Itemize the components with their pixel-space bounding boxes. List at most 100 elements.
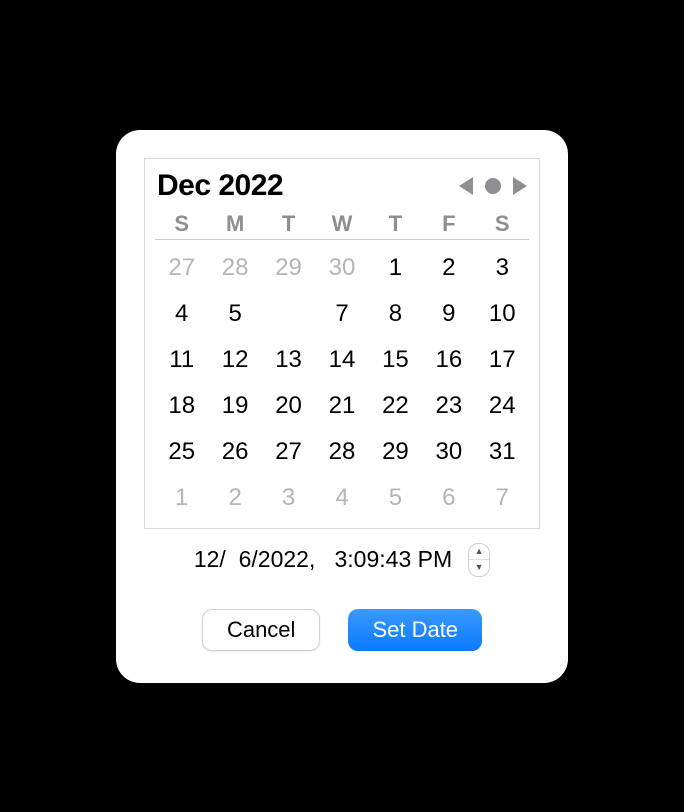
calendar-day-number: 15 [382,346,409,373]
calendar-day[interactable]: 10 [476,292,529,336]
calendar-day[interactable]: 15 [369,338,422,382]
calendar-day-number: 13 [275,346,302,373]
calendar-day[interactable]: 3 [262,476,315,520]
calendar-day[interactable]: 5 [369,476,422,520]
calendar-day-number: 23 [436,392,463,419]
weekday-label: T [369,211,422,237]
calendar-day-number: 30 [329,254,356,281]
calendar-day-number: 28 [329,438,356,465]
calendar-day-number: 3 [282,484,295,511]
calendar-day[interactable]: 29 [262,246,315,290]
calendar-title: Dec 2022 [157,169,283,203]
calendar-day-number: 4 [335,484,348,511]
cancel-button[interactable]: Cancel [202,609,320,651]
prev-month-icon[interactable] [459,177,473,195]
calendar-grid: 2728293012345678910111213141516171819202… [155,246,529,520]
calendar-day[interactable]: 4 [155,292,208,336]
calendar-day-number: 29 [275,254,302,281]
today-icon[interactable] [485,178,501,194]
calendar-day[interactable]: 25 [155,430,208,474]
calendar-day[interactable]: 6 [262,292,315,336]
calendar-day-number: 25 [168,438,195,465]
calendar-day-number: 1 [389,254,402,281]
calendar-day[interactable]: 7 [476,476,529,520]
calendar-day[interactable]: 1 [369,246,422,290]
calendar-day[interactable]: 2 [208,476,261,520]
calendar-day[interactable]: 5 [208,292,261,336]
calendar-day[interactable]: 22 [369,384,422,428]
calendar-day[interactable]: 4 [315,476,368,520]
calendar-day-number: 14 [329,346,356,373]
date-picker-panel: Dec 2022 SMTWTFS 27282930123456789101112… [116,130,568,683]
calendar-day[interactable]: 12 [208,338,261,382]
calendar-day[interactable]: 2 [422,246,475,290]
calendar-day-number: 21 [329,392,356,419]
calendar-day-number: 16 [436,346,463,373]
stepper-down-icon[interactable]: ▼ [469,560,489,576]
calendar-nav [459,177,527,195]
calendar-day-number: 12 [222,346,249,373]
calendar-day[interactable]: 21 [315,384,368,428]
calendar-day[interactable]: 9 [422,292,475,336]
calendar-day[interactable]: 7 [315,292,368,336]
calendar-day[interactable]: 31 [476,430,529,474]
calendar-day[interactable]: 20 [262,384,315,428]
calendar-day-number: 6 [442,484,455,511]
calendar-day-number: 20 [275,392,302,419]
calendar-day[interactable]: 24 [476,384,529,428]
calendar-day[interactable]: 23 [422,384,475,428]
datetime-stepper: ▲ ▼ [468,543,490,577]
weekday-row: SMTWTFS [155,211,529,240]
stepper-up-icon[interactable]: ▲ [469,544,489,561]
calendar-day-number: 3 [496,254,509,281]
calendar-day-number: 10 [489,300,516,327]
calendar-day[interactable]: 17 [476,338,529,382]
calendar-day-number: 17 [489,346,516,373]
datetime-field[interactable]: 12/ 6/2022, 3:09:43 PM [194,546,452,573]
calendar: Dec 2022 SMTWTFS 27282930123456789101112… [144,158,540,529]
calendar-day-number: 29 [382,438,409,465]
calendar-day[interactable]: 14 [315,338,368,382]
calendar-day-number: 28 [222,254,249,281]
calendar-day[interactable]: 28 [315,430,368,474]
calendar-day-number: 7 [496,484,509,511]
next-month-icon[interactable] [513,177,527,195]
calendar-day-number: 31 [489,438,516,465]
weekday-label: W [315,211,368,237]
calendar-day-number: 7 [335,300,348,327]
calendar-day-number: 27 [275,438,302,465]
calendar-day-number: 4 [175,300,188,327]
calendar-day-number: 27 [168,254,195,281]
calendar-day[interactable]: 13 [262,338,315,382]
button-row: Cancel Set Date [144,609,540,651]
calendar-day[interactable]: 1 [155,476,208,520]
calendar-day[interactable]: 18 [155,384,208,428]
calendar-day-number: 19 [222,392,249,419]
calendar-day[interactable]: 8 [369,292,422,336]
calendar-day[interactable]: 3 [476,246,529,290]
weekday-label: S [476,211,529,237]
weekday-label: M [208,211,261,237]
set-date-button[interactable]: Set Date [348,609,482,651]
calendar-day[interactable]: 27 [262,430,315,474]
calendar-header: Dec 2022 [155,165,529,205]
calendar-day-number: 11 [169,346,194,373]
calendar-day[interactable]: 29 [369,430,422,474]
calendar-day-number: 30 [436,438,463,465]
weekday-label: S [155,211,208,237]
calendar-day[interactable]: 28 [208,246,261,290]
calendar-day[interactable]: 30 [422,430,475,474]
calendar-day[interactable]: 30 [315,246,368,290]
calendar-day[interactable]: 27 [155,246,208,290]
calendar-day-number: 1 [175,484,188,511]
calendar-day-number: 18 [168,392,195,419]
calendar-day[interactable]: 19 [208,384,261,428]
calendar-day[interactable]: 16 [422,338,475,382]
calendar-day-number: 24 [489,392,516,419]
calendar-day-number: 8 [389,300,402,327]
calendar-day[interactable]: 6 [422,476,475,520]
calendar-day[interactable]: 26 [208,430,261,474]
datetime-row: 12/ 6/2022, 3:09:43 PM ▲ ▼ [144,543,540,577]
calendar-day[interactable]: 11 [155,338,208,382]
calendar-day-number: 5 [389,484,402,511]
